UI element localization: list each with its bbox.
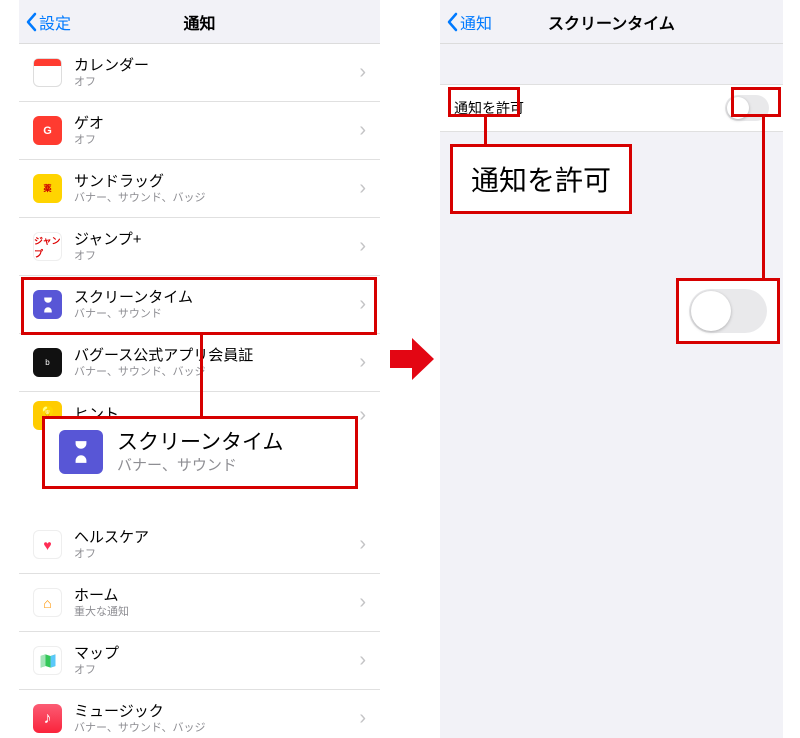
row-title: ミュージック — [74, 702, 359, 722]
row-sub: バナー、サウンド、バッジ — [74, 191, 359, 205]
callout-title: スクリーンタイム — [117, 429, 341, 456]
connector-line-left — [200, 335, 203, 416]
page-title-left: 通知 — [183, 10, 215, 34]
callout-toggle — [676, 278, 780, 344]
music-icon: ♪ — [33, 704, 62, 733]
chevron-right-icon: › — [359, 235, 366, 258]
page-title-right: スクリーンタイム — [548, 10, 675, 34]
list-item-geo[interactable]: G ゲオオフ› — [19, 102, 380, 160]
chevron-right-icon: › — [359, 591, 366, 614]
connector-line-right-1 — [484, 117, 487, 144]
row-title: ホーム — [74, 586, 359, 606]
sund-icon: 薬 — [33, 174, 62, 203]
allow-notifications-row: 通知を許可 — [440, 84, 783, 132]
row-text: サンドラッグバナー、サウンド、バッジ — [74, 172, 359, 206]
back-button-settings[interactable]: 設定 — [25, 10, 71, 34]
list-item-home[interactable]: ⌂ ホーム重大な通知› — [19, 574, 380, 632]
list-item-health[interactable]: ♥ ヘルスケアオフ› — [19, 516, 380, 574]
row-sub: バナー、サウンド、バッジ — [74, 365, 359, 379]
list-item-sund[interactable]: 薬サンドラッグバナー、サウンド、バッジ› — [19, 160, 380, 218]
row-text: スクリーンタイムバナー、サウンド — [74, 288, 359, 322]
chevron-left-icon — [446, 12, 458, 32]
row-sub: オフ — [74, 663, 359, 677]
list-item-jump[interactable]: ジャンプジャンプ+オフ› — [19, 218, 380, 276]
row-title: ゲオ — [74, 114, 359, 134]
row-sub: バナー、サウンド — [74, 307, 359, 321]
row-text: ホーム重大な通知 — [74, 586, 359, 620]
toggle-enlarged — [689, 289, 767, 333]
chevron-right-icon: › — [359, 177, 366, 200]
row-sub: 重大な通知 — [74, 605, 359, 619]
list-item-calendar[interactable]: カレンダーオフ› — [19, 44, 380, 102]
row-title: ジャンプ+ — [74, 230, 359, 250]
row-sub: オフ — [74, 547, 359, 561]
health-icon: ♥ — [33, 530, 62, 559]
arrow-right-icon — [390, 336, 434, 382]
chevron-right-icon: › — [359, 707, 366, 730]
allow-notifications-label: 通知を許可 — [454, 98, 524, 118]
screentime-icon — [59, 430, 103, 474]
geo-icon: G — [33, 116, 62, 145]
nav-bar-right: 通知 スクリーンタイム — [440, 0, 783, 44]
row-sub: オフ — [74, 249, 359, 263]
chevron-left-icon — [25, 12, 37, 32]
row-title: スクリーンタイム — [74, 288, 359, 308]
toggle-knob — [691, 291, 731, 331]
row-title: カレンダー — [74, 56, 359, 76]
screentime-icon — [33, 290, 62, 319]
row-text: ミュージックバナー、サウンド、バッジ — [74, 702, 359, 736]
callout-sub: バナー、サウンド — [117, 456, 341, 476]
chevron-right-icon: › — [359, 649, 366, 672]
row-title: ヘルスケア — [74, 528, 359, 548]
chevron-right-icon: › — [359, 404, 366, 427]
row-text: ヘルスケアオフ — [74, 528, 359, 562]
row-title: マップ — [74, 644, 359, 664]
list-item-map[interactable]: マップオフ› — [19, 632, 380, 690]
list-item-music[interactable]: ♪ ミュージックバナー、サウンド、バッジ› — [19, 690, 380, 738]
calendar-icon — [33, 58, 62, 87]
bagus-icon: b — [33, 348, 62, 377]
map-icon — [33, 646, 62, 675]
row-sub: オフ — [74, 75, 359, 89]
pane-screentime-detail: 通知 スクリーンタイム 通知を許可 — [440, 0, 783, 738]
back-label: 通知 — [460, 10, 492, 34]
row-text: マップオフ — [74, 644, 359, 678]
callout-allow-label: 通知を許可 — [450, 144, 632, 214]
chevron-right-icon: › — [359, 119, 366, 142]
chevron-right-icon: › — [359, 533, 366, 556]
chevron-right-icon: › — [359, 293, 366, 316]
connector-line-right-2 — [762, 117, 765, 278]
row-text: カレンダーオフ — [74, 56, 359, 90]
back-button-notifications[interactable]: 通知 — [446, 10, 492, 34]
home-icon: ⌂ — [33, 588, 62, 617]
row-title: サンドラッグ — [74, 172, 359, 192]
chevron-right-icon: › — [359, 61, 366, 84]
row-sub: バナー、サウンド、バッジ — [74, 721, 359, 735]
row-title: バグース公式アプリ会員証 — [74, 346, 359, 366]
row-text: バグース公式アプリ会員証バナー、サウンド、バッジ — [74, 346, 359, 380]
nav-bar-left: 設定 通知 — [19, 0, 380, 44]
chevron-right-icon: › — [359, 351, 366, 374]
toggle-knob — [727, 97, 749, 119]
row-text: ジャンプ+オフ — [74, 230, 359, 264]
row-text: ゲオオフ — [74, 114, 359, 148]
callout-screentime: スクリーンタイム バナー、サウンド — [42, 416, 358, 489]
row-sub: オフ — [74, 133, 359, 147]
jump-icon: ジャンプ — [33, 232, 62, 261]
list-item-screentime[interactable]: スクリーンタイムバナー、サウンド› — [19, 276, 380, 334]
back-label: 設定 — [39, 10, 71, 34]
